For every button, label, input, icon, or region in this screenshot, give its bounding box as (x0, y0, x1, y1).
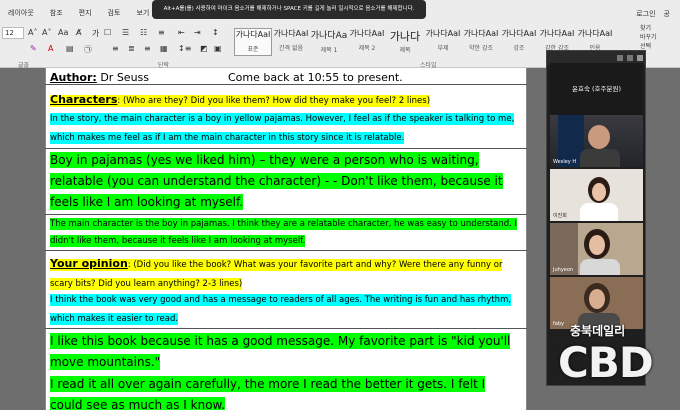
opinion-answer-2[interactable]: I like this book because it has a good m… (50, 331, 520, 373)
participant-name: Juhyeon (553, 267, 574, 273)
style-subtle-emphasis[interactable]: 가나다AaI 약한 강조 (462, 28, 500, 56)
characters-label: Characters (50, 93, 118, 106)
multilevel-icon[interactable]: ≡ (158, 28, 165, 37)
participant-tile[interactable]: Juhyeon (550, 223, 643, 275)
table-border (45, 148, 527, 149)
tab-mailings[interactable]: 편지 (71, 8, 100, 22)
align-center-icon[interactable]: ≣ (128, 44, 135, 53)
table-border (45, 250, 527, 251)
broadcaster-watermark: 충북데일리 CBD (556, 322, 666, 392)
style-no-spacing[interactable]: 가나다AaI 간격 없음 (272, 28, 310, 56)
font-color-icon[interactable]: A (48, 44, 53, 53)
maximize-icon[interactable] (627, 55, 633, 61)
opinion-answer-3[interactable]: I read it all over again carefully, the … (50, 374, 520, 410)
sort-icon[interactable]: ↕ (212, 28, 219, 37)
clear-format-icon[interactable]: A̸ (76, 28, 81, 37)
characters-answer-1[interactable]: In the story, the main character is a bo… (50, 110, 520, 148)
replace-button[interactable]: 바꾸기 (640, 33, 657, 42)
participant-tile[interactable]: 이진희 (550, 169, 643, 221)
come-back-note: Come back at 10:55 to present. (228, 71, 403, 84)
participant-name: 윤효숙 (호주분원) (572, 85, 621, 93)
tab-layout[interactable]: 레이아웃 (0, 8, 42, 22)
watermark-subtitle: 충북데일리 (570, 324, 626, 338)
grow-font-icon[interactable]: A˄ (28, 28, 37, 37)
bullets-icon[interactable]: ☰ (122, 28, 129, 37)
tab-review[interactable]: 검토 (100, 8, 129, 22)
shrink-font-icon[interactable]: A˅ (42, 28, 51, 37)
outdent-icon[interactable]: ⇤ (178, 28, 185, 37)
tab-references[interactable]: 참조 (42, 8, 71, 22)
font-size-select[interactable]: 12 (2, 27, 24, 39)
align-right-icon[interactable]: ≡ (144, 44, 151, 53)
shading-icon[interactable]: ▤ (66, 44, 74, 53)
editing-tools: 찾기 바꾸기 선택 (640, 24, 657, 51)
minimize-icon[interactable] (617, 55, 623, 61)
highlight-icon[interactable]: ✎ (30, 44, 37, 53)
style-title[interactable]: 가나다 제목 (386, 28, 424, 56)
style-emphasis[interactable]: 가나다AaI 강조 (500, 28, 538, 56)
signin-link[interactable]: 로그인 (636, 9, 655, 19)
style-heading-1[interactable]: 가나다Aa 제목 1 (310, 28, 348, 56)
style-normal[interactable]: 가나다AaI 표준 (234, 28, 272, 56)
characters-answer-3[interactable]: The main character is the boy in pajamas… (50, 216, 520, 250)
justify-icon[interactable]: ▦ (160, 44, 168, 53)
find-button[interactable]: 찾기 (640, 24, 657, 33)
author-line: Author: Dr Seuss Come back at 10:55 to p… (50, 71, 520, 85)
opinion-answer-1[interactable]: I think the book was very good and has a… (50, 291, 520, 329)
characters-answer-2[interactable]: Boy in pajamas (yes we liked him) – they… (50, 150, 520, 213)
group-label-font: 글꼴 (18, 62, 30, 69)
author-label: Author: (50, 71, 97, 84)
change-case-icon[interactable]: Aa (58, 28, 68, 37)
opinion-label: Your opinion (50, 257, 128, 270)
characters-heading: Characters: (Who are they? Did you like … (50, 93, 520, 108)
ribbon-account: 로그인 공 (636, 9, 670, 19)
participant-name: 이진희 (553, 213, 567, 219)
paragraph-shading-icon[interactable]: ◩ (200, 44, 208, 53)
table-border (45, 214, 527, 215)
style-heading-2[interactable]: 가나다AaI 제목 2 (348, 28, 386, 56)
characters-prompt: : (Who are they? Did you like them? How … (117, 96, 431, 106)
phonetic-icon[interactable]: 가 (92, 28, 99, 39)
mute-toast: Alt+A를(를) 사용하여 마이크 음소거를 해제하거나 SPACE 키를 길… (152, 0, 426, 19)
close-icon[interactable] (637, 55, 643, 61)
participant-name: Wesley H (553, 159, 577, 165)
participant-tile[interactable]: Wesley H (550, 115, 643, 167)
enclose-icon[interactable]: ㉠ (84, 44, 92, 55)
char-border-icon[interactable]: ☐ (104, 28, 111, 37)
align-left-icon[interactable]: ≡ (112, 44, 119, 53)
borders-icon[interactable]: ▣ (214, 44, 222, 53)
line-spacing-icon[interactable]: ↕≡ (178, 44, 191, 53)
author-value: Dr Seuss (100, 71, 150, 84)
style-subtitle[interactable]: 가나다AaI 부제 (424, 28, 462, 56)
numbering-icon[interactable]: ☷ (140, 28, 147, 37)
participant-tile[interactable]: 윤효숙 (호주분원) (550, 63, 643, 115)
opinion-heading: Your opinion: (Did you like the book? Wh… (50, 254, 520, 294)
share-link[interactable]: 공 (664, 9, 670, 19)
watermark-logo: CBD (558, 338, 654, 387)
indent-icon[interactable]: ⇥ (194, 28, 201, 37)
